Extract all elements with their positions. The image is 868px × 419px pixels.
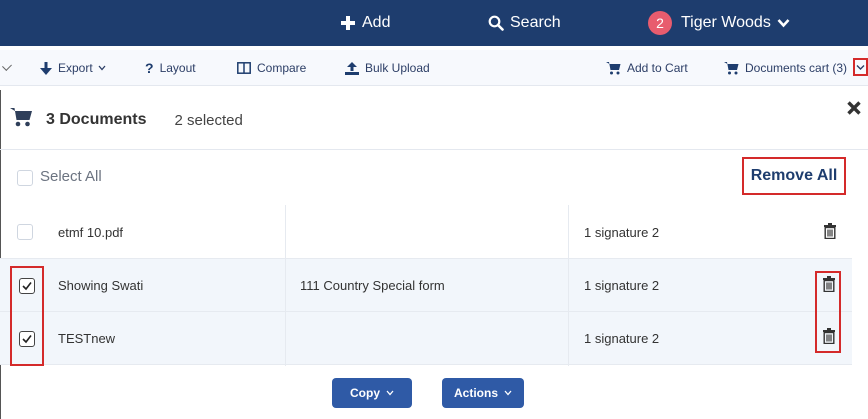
documents-cart-page: Add Search 2 Tiger Woods Export ? Layout…: [0, 0, 868, 419]
search-label: Search: [510, 14, 561, 31]
top-nav-bar: Add Search 2 Tiger Woods: [0, 0, 868, 46]
table-row: Showing Swati 111 Country Special form 1…: [0, 259, 852, 312]
document-signature: 1 signature 2: [584, 331, 660, 346]
export-label: Export: [58, 61, 93, 75]
documents-count: 3 Documents: [46, 111, 147, 128]
cart-icon: [10, 108, 32, 132]
chevron-down-icon: [386, 388, 394, 399]
trash-icon[interactable]: [823, 328, 835, 345]
row-checkbox-checked[interactable]: [19, 331, 35, 347]
document-signature: 1 signature 2: [584, 225, 660, 240]
bulk-upload-label: Bulk Upload: [365, 61, 430, 75]
remove-all-button[interactable]: Remove All: [742, 157, 846, 195]
row-checkbox[interactable]: [17, 224, 33, 240]
cart-panel-header: 3 Documents 2 selected: [0, 90, 868, 150]
document-form: 111 Country Special form: [300, 278, 445, 293]
column-divider: [568, 205, 569, 366]
question-icon: ?: [145, 60, 154, 76]
row-checkbox-checked[interactable]: [19, 278, 35, 294]
layout-label: Layout: [159, 61, 196, 75]
chevron-down-icon: [504, 388, 512, 399]
arrow-down-icon: [40, 61, 52, 75]
chevron-down-icon: [856, 58, 865, 76]
select-all-row: Select All: [0, 151, 868, 205]
user-menu[interactable]: 2 Tiger Woods: [648, 0, 790, 46]
user-name: Tiger Woods: [681, 14, 771, 31]
cart-dropdown-toggle[interactable]: [853, 58, 868, 76]
actions-button[interactable]: Actions: [442, 378, 524, 408]
trash-icon[interactable]: [823, 276, 835, 293]
layout-button[interactable]: ? Layout: [145, 50, 196, 86]
panel-title: 3 Documents 2 selected: [10, 90, 243, 150]
bulk-upload-button[interactable]: Bulk Upload: [345, 50, 430, 86]
compare-button[interactable]: Compare: [237, 50, 306, 86]
compare-label: Compare: [257, 61, 307, 75]
close-icon[interactable]: [846, 100, 862, 116]
add-label: Add: [362, 14, 391, 31]
documents-cart-label: Documents cart (3): [745, 61, 848, 75]
table-row: TESTnew 1 signature 2: [0, 312, 852, 365]
trash-icon[interactable]: [824, 223, 836, 240]
cart-icon: [724, 61, 739, 75]
documents-cart-button[interactable]: Documents cart (3): [724, 50, 847, 86]
chevron-down-icon: [777, 18, 790, 28]
search-menu[interactable]: Search: [488, 0, 561, 46]
remove-all-label: Remove All: [750, 167, 838, 184]
chevron-right-icon[interactable]: [2, 61, 12, 71]
upload-icon: [345, 61, 359, 75]
table-row: etmf 10.pdf 1 signature 2: [0, 206, 852, 259]
notification-badge: 2: [648, 11, 672, 35]
search-icon: [488, 15, 504, 31]
document-signature: 1 signature 2: [584, 278, 660, 293]
selected-count: 2 selected: [174, 111, 243, 129]
copy-button[interactable]: Copy: [332, 378, 412, 408]
add-menu[interactable]: Add: [340, 0, 390, 46]
columns-icon: [237, 62, 251, 74]
toolbar: Export ? Layout Compare Bulk Upload Add …: [0, 50, 868, 86]
export-button[interactable]: Export: [40, 50, 112, 86]
document-name[interactable]: Showing Swati: [58, 259, 143, 312]
actions-label: Actions: [453, 386, 498, 400]
select-all-label: Select All: [40, 168, 102, 185]
copy-label: Copy: [350, 386, 380, 400]
document-name[interactable]: TESTnew: [58, 312, 115, 365]
select-all-checkbox[interactable]: [17, 170, 33, 186]
document-name[interactable]: etmf 10.pdf: [58, 206, 123, 259]
cart-plus-icon: [606, 61, 621, 75]
plus-icon: [340, 15, 356, 31]
add-to-cart-label: Add to Cart: [627, 61, 688, 75]
chevron-down-icon: [98, 65, 106, 71]
column-divider: [285, 205, 286, 366]
checkmark-icon: [22, 282, 32, 291]
add-to-cart-button[interactable]: Add to Cart: [606, 50, 688, 86]
checkmark-icon: [22, 335, 32, 344]
